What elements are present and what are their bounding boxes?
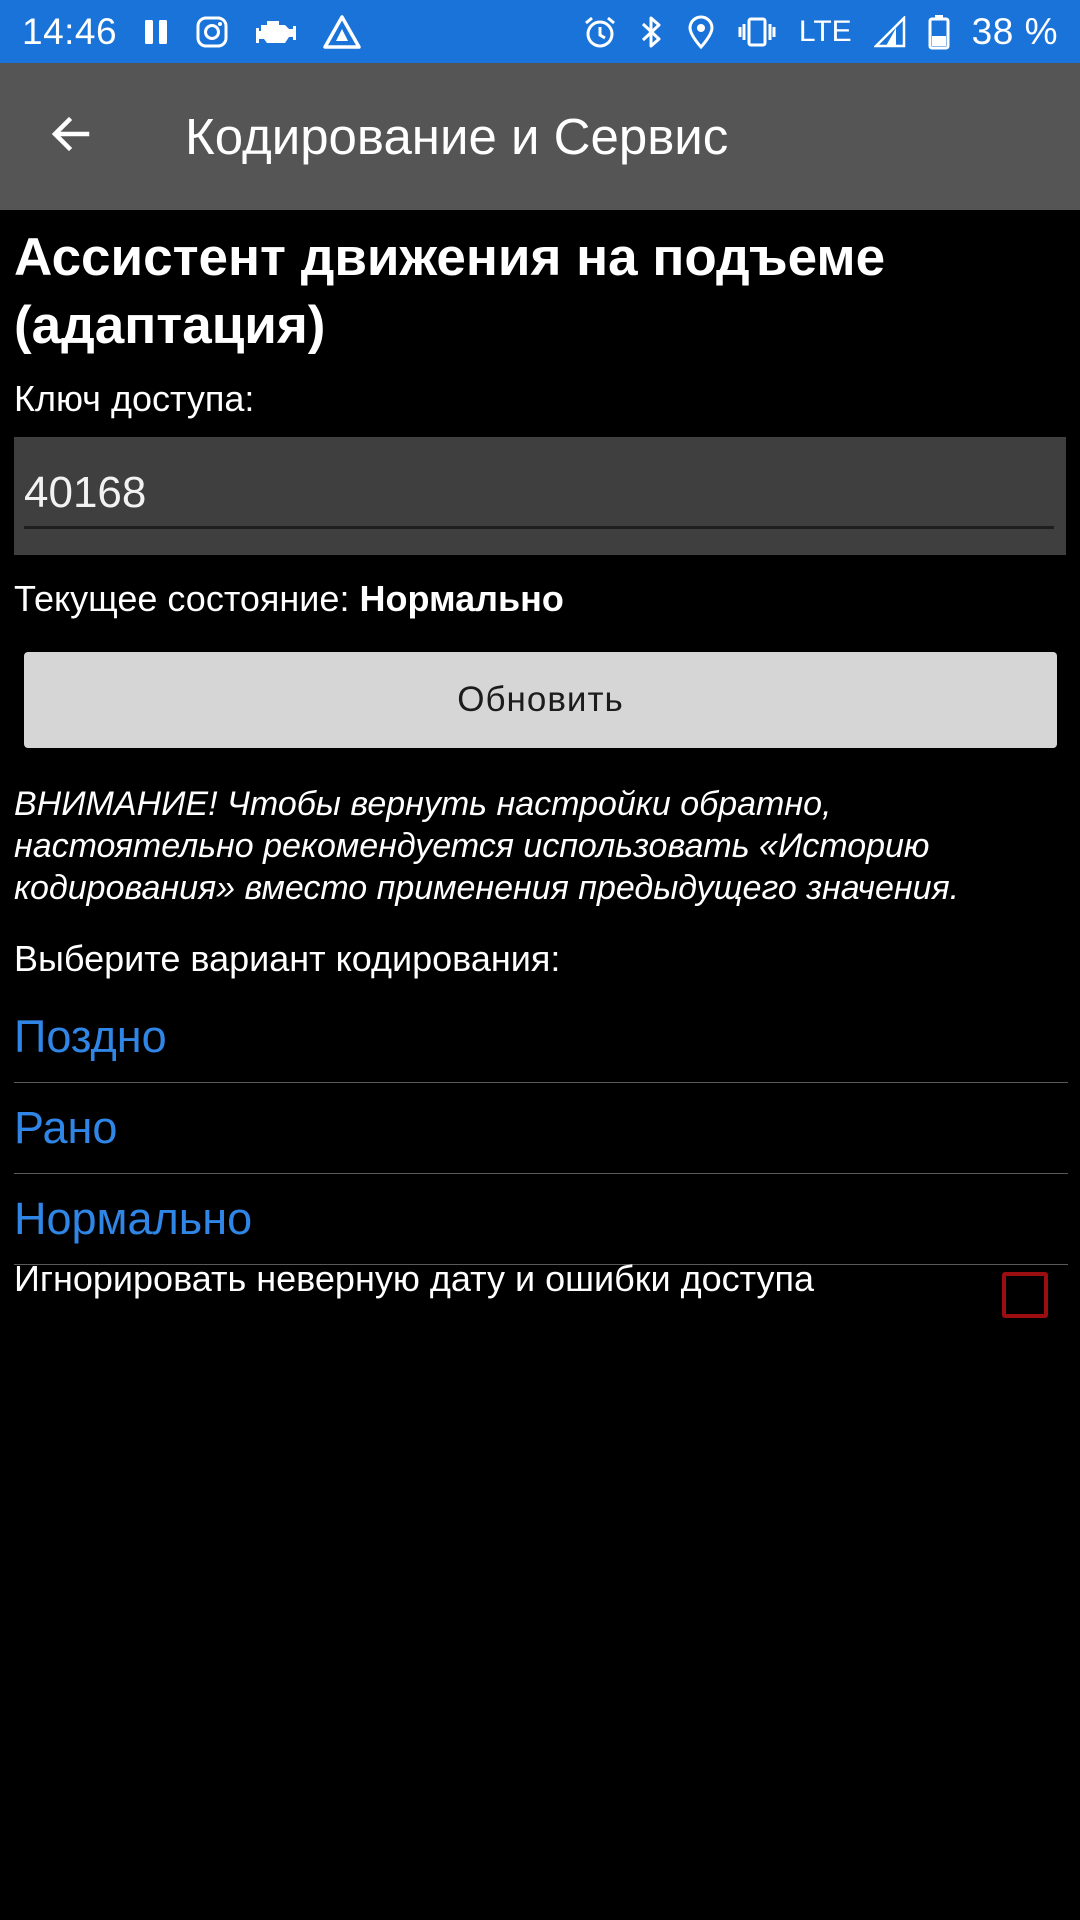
instagram-icon xyxy=(195,15,229,49)
ignore-errors-label: Игнорировать неверную дату и ошибки дост… xyxy=(14,1258,814,1299)
current-state-label: Текущее состояние: xyxy=(14,578,350,619)
pause-icon xyxy=(143,18,169,46)
access-key-input[interactable] xyxy=(24,459,1054,529)
option-early[interactable]: Рано xyxy=(14,1083,1068,1174)
option-normal[interactable]: Нормально xyxy=(14,1174,1068,1265)
bluetooth-icon xyxy=(639,15,665,49)
clock: 14:46 xyxy=(22,10,118,52)
alarm-icon xyxy=(583,15,617,49)
toolbar-title: Кодирование и Сервис xyxy=(185,108,729,165)
refresh-button[interactable]: Обновить xyxy=(24,652,1057,748)
network-type: LTE xyxy=(798,14,852,48)
signal-icon xyxy=(873,15,906,48)
option-late[interactable]: Поздно xyxy=(14,992,1068,1083)
navigation-icon xyxy=(323,14,361,49)
access-key-label: Ключ доступа: xyxy=(14,378,255,419)
warning-text: ВНИМАНИЕ! Чтобы вернуть настройки обратн… xyxy=(14,785,960,907)
app-toolbar: Кодирование и Сервис xyxy=(0,63,1080,210)
battery-icon xyxy=(928,14,950,50)
battery-percent: 38 % xyxy=(971,10,1058,52)
ignore-errors-row: Игнорировать неверную дату и ошибки дост… xyxy=(14,1258,1068,1338)
current-state-value: Нормально xyxy=(359,578,564,619)
status-bar: 14:46 LTE 38 % xyxy=(0,0,1080,63)
engine-icon xyxy=(255,17,297,47)
location-icon xyxy=(687,15,715,49)
coding-options-list: Поздно Рано Нормально xyxy=(14,992,1068,1265)
choose-coding-label: Выберите вариант кодирования: xyxy=(14,938,561,979)
back-button[interactable] xyxy=(24,90,118,184)
ignore-errors-checkbox[interactable] xyxy=(1002,1272,1048,1318)
current-state: Текущее состояние: Нормально xyxy=(14,578,564,620)
page-title: Ассистент движения на подъеме (адаптация… xyxy=(14,228,886,355)
vibrate-icon xyxy=(737,15,777,49)
access-key-field-container xyxy=(14,437,1066,555)
arrow-back-icon xyxy=(47,110,95,163)
